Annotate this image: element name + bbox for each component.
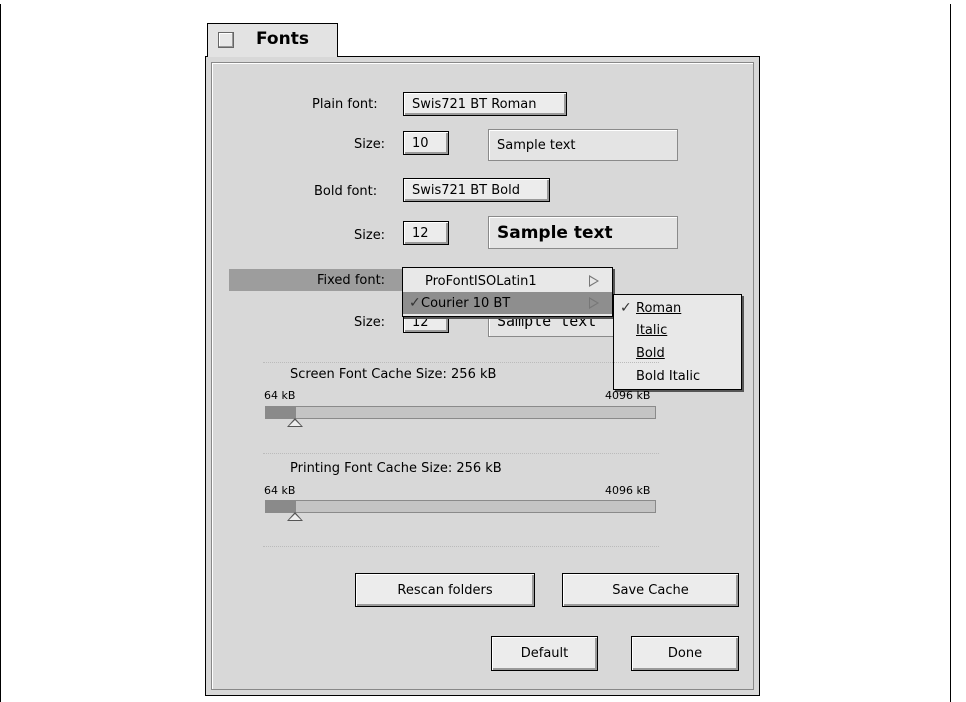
menu-item-label: Italic — [636, 322, 668, 338]
screen-cache-min-label: 64 kB — [264, 389, 296, 402]
menu-item-label: Courier 10 BT — [421, 295, 511, 311]
bold-size-field[interactable]: 12 — [403, 221, 449, 245]
menu-item-label: Bold Italic — [636, 368, 701, 384]
print-cache-max-label: 4096 kB — [605, 484, 651, 497]
check-icon: ✓ — [409, 295, 421, 311]
print-cache-slider-thumb[interactable] — [287, 512, 304, 521]
done-button[interactable]: Done — [631, 636, 739, 671]
window-title: Fonts — [256, 29, 309, 49]
screen-cache-max-label: 4096 kB — [605, 389, 651, 402]
check-icon: ✓ — [620, 300, 632, 316]
default-button[interactable]: Default — [491, 636, 598, 671]
print-cache-label: Printing Font Cache Size: 256 kB — [290, 461, 502, 476]
close-box-icon[interactable] — [218, 32, 234, 48]
screen-cache-label: Screen Font Cache Size: 256 kB — [290, 367, 497, 382]
plain-sample-text: Sample text — [488, 129, 678, 161]
menu-item-italic[interactable]: Italic — [614, 319, 741, 341]
menu-item-bold-italic[interactable]: Bold Italic — [614, 365, 741, 387]
slider-fill — [266, 407, 297, 418]
fixed-font-label: Fixed font: — [317, 273, 386, 288]
menu-item-profontisolatin1[interactable]: ProFontISOLatin1 — [403, 270, 612, 292]
submenu-arrow-icon — [589, 275, 599, 287]
fixed-size-label: Size: — [354, 315, 386, 330]
plain-size-label: Size: — [354, 137, 386, 152]
plain-font-label: Plain font: — [312, 97, 378, 112]
print-cache-min-label: 64 kB — [264, 484, 296, 497]
menu-item-roman[interactable]: ✓ Roman — [614, 297, 741, 319]
slider-fill — [266, 501, 297, 512]
save-cache-button[interactable]: Save Cache — [562, 573, 739, 607]
menu-item-bold[interactable]: Bold — [614, 342, 741, 364]
bold-font-menu-button[interactable]: Swis721 BT Bold — [403, 178, 550, 202]
menu-item-label: Roman — [636, 300, 682, 316]
plain-font-menu-button[interactable]: Swis721 BT Roman — [403, 92, 567, 116]
screen-cache-slider[interactable] — [265, 406, 656, 419]
submenu-arrow-icon — [589, 297, 599, 309]
screen-cache-slider-thumb[interactable] — [287, 418, 304, 427]
section-divider — [263, 362, 659, 363]
page-frame-left — [0, 4, 1, 702]
page-frame-right — [950, 4, 951, 702]
print-cache-slider[interactable] — [265, 500, 656, 513]
menu-item-courier-10-bt[interactable]: ✓ Courier 10 BT — [403, 292, 612, 314]
fixed-font-popup-menu: ProFontISOLatin1 ✓ Courier 10 BT — [402, 267, 613, 317]
window-tab[interactable]: Fonts — [207, 23, 338, 57]
bold-size-label: Size: — [354, 228, 386, 243]
bold-sample-text: Sample text — [488, 216, 678, 249]
font-style-submenu: ✓ Roman Italic Bold Bold Italic — [613, 294, 742, 390]
rescan-folders-button[interactable]: Rescan folders — [355, 573, 535, 607]
bold-font-label: Bold font: — [314, 184, 378, 199]
menu-item-label: ProFontISOLatin1 — [425, 273, 537, 289]
plain-size-field[interactable]: 10 — [403, 131, 449, 155]
section-divider — [263, 546, 659, 547]
section-divider — [263, 453, 659, 454]
menu-item-label: Bold — [636, 345, 665, 361]
